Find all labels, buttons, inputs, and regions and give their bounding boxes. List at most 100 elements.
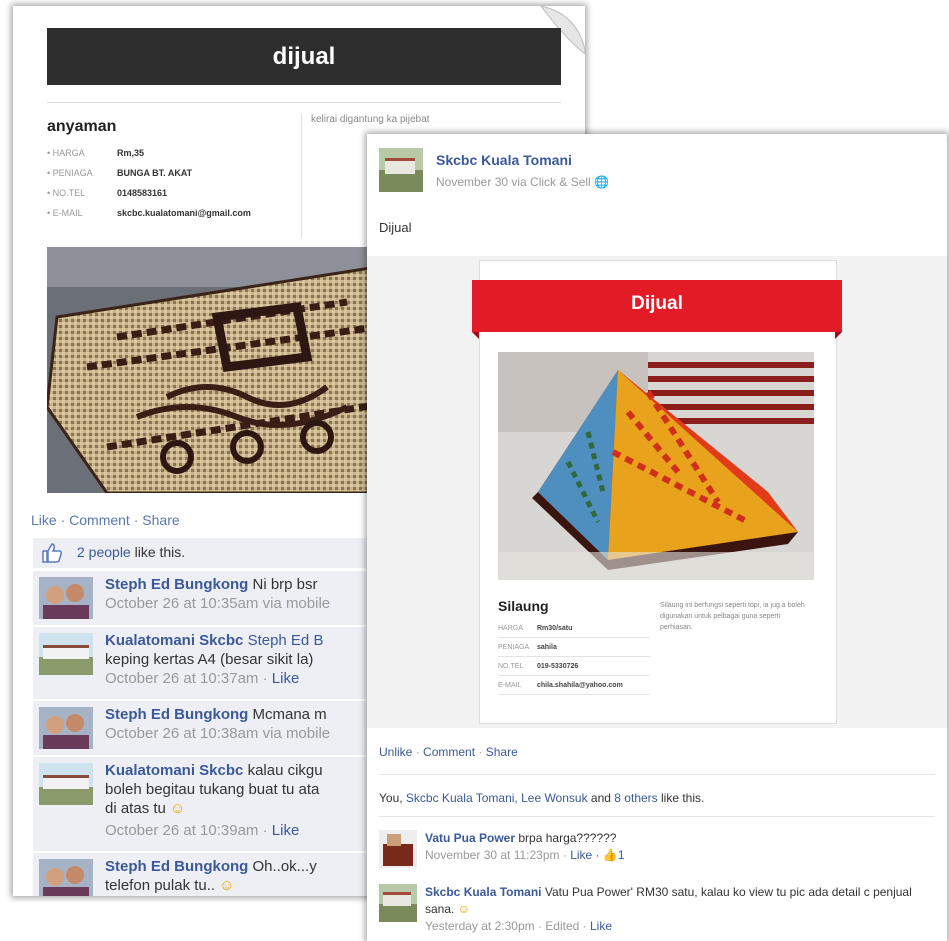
thumbs-up-icon: 👍 xyxy=(602,848,618,862)
product-title: Silaung xyxy=(498,598,549,614)
price-value: Rm30/satu xyxy=(537,625,573,632)
post-timestamp: November 30 via Click & Sell xyxy=(436,175,591,189)
commenter-name[interactable]: Steph Ed Bungkong xyxy=(105,706,248,723)
comment-text: telefon pulak tu.. xyxy=(105,877,216,894)
avatar[interactable] xyxy=(379,884,417,922)
comment-meta: October 26 at 10:35am via mobile xyxy=(105,595,331,612)
product-description: Silaung ini berfungsi seperti topi, ia j… xyxy=(660,602,805,631)
comment-text: keping kertas A4 (besar sikit la) xyxy=(105,651,314,668)
share-link[interactable]: Share xyxy=(486,745,518,759)
divider xyxy=(379,774,935,775)
field-label: • NO.TEL xyxy=(47,188,86,198)
comment-like-count[interactable]: · 👍1 xyxy=(596,848,625,862)
likers-link[interactable]: Skcbc Kuala Tomani, Lee Wonsuk xyxy=(406,791,588,805)
likes-summary: You, Skcbc Kuala Tomani, Lee Wonsuk and … xyxy=(379,791,704,805)
smiley-icon: ☺ xyxy=(457,902,470,916)
likes-text: like this. xyxy=(134,544,186,560)
comment-text: kalau cikgu xyxy=(247,762,323,779)
phone-value: 0148583161 xyxy=(117,188,168,198)
post-text: Dijual xyxy=(379,220,412,235)
commenter-name[interactable]: Vatu Pua Power xyxy=(425,831,515,845)
seller-value: BUNGA BT. AKAT xyxy=(117,168,193,178)
divider xyxy=(379,816,935,817)
email-value: skcbc.kualatomani@gmail.com xyxy=(117,208,251,218)
price-value: Rm,35 xyxy=(117,148,145,158)
product-description: kelirai digantung ka pijebat xyxy=(311,114,430,125)
comment-text: Oh..ok...y xyxy=(252,858,317,875)
commenter-name[interactable]: Kualatomani Skcbc xyxy=(105,632,243,649)
like-link[interactable]: Like xyxy=(31,512,57,528)
comment-meta: October 26 at 10:39am · xyxy=(105,822,272,839)
divider xyxy=(301,114,302,238)
avatar[interactable] xyxy=(379,830,417,868)
ribbon-fold xyxy=(472,332,479,339)
ribbon-fold xyxy=(835,332,842,339)
divider xyxy=(47,102,561,103)
field-label: E-MAIL xyxy=(498,682,522,689)
post-meta: November 30 via Click & Sell 🌐 xyxy=(436,175,609,189)
post-actions: Unlike · Comment · Share xyxy=(379,745,518,759)
listing-ribbon: Dijual xyxy=(472,280,842,332)
comment-like-link[interactable]: Like xyxy=(570,848,592,862)
divider xyxy=(498,675,650,676)
field-label: • E-MAIL xyxy=(47,208,83,218)
field-label: • HARGA xyxy=(47,148,85,158)
smiley-icon: ☺ xyxy=(219,877,235,894)
field-label: • PENIAGA xyxy=(47,168,93,178)
comment-text: di atas tu xyxy=(105,800,166,817)
likes-text: You, xyxy=(379,791,406,805)
share-link[interactable]: Share xyxy=(142,512,179,528)
separator: · xyxy=(412,745,424,759)
seller-value: sahila xyxy=(537,644,557,651)
comment-item: Vatu Pua Power brpa harga?????? November … xyxy=(379,830,939,872)
pyramid-hat-photo xyxy=(498,352,814,580)
post-actions: Like · Comment · Share xyxy=(31,512,180,528)
unlike-link[interactable]: Unlike xyxy=(379,745,412,759)
field-label: HARGA xyxy=(498,625,523,632)
separator: · xyxy=(56,512,70,528)
globe-icon: 🌐 xyxy=(594,175,610,189)
commenter-name[interactable]: Steph Ed Bungkong xyxy=(105,576,248,593)
comment-link[interactable]: Comment xyxy=(69,512,130,528)
page-avatar[interactable] xyxy=(379,148,423,192)
listing-banner: dijual xyxy=(47,28,561,85)
avatar xyxy=(39,633,93,675)
commenter-name[interactable]: Skcbc Kuala Tomani xyxy=(425,885,541,899)
divider xyxy=(498,656,650,657)
comment-text: boleh begitau tukang buat tu ata xyxy=(105,781,320,798)
comment-meta: October 26 at 10:38am via mobile xyxy=(105,725,331,742)
facebook-post-front: Skcbc Kuala Tomani November 30 via Click… xyxy=(367,134,947,941)
likers-link[interactable]: 2 people xyxy=(77,544,131,560)
thumbs-up-icon xyxy=(42,543,63,563)
field-label: NO.TEL xyxy=(498,663,524,670)
likes-text: and xyxy=(587,791,615,805)
comment-like-link[interactable]: Like xyxy=(272,822,300,839)
phone-value: 019-5330726 xyxy=(537,663,579,670)
comment-meta: Yesterday at 2:30pm · Edited · xyxy=(425,919,590,933)
commenter-name[interactable]: Steph Ed Bungkong xyxy=(105,858,248,875)
smiley-icon: ☺ xyxy=(170,800,186,817)
comment-text: Steph Ed B xyxy=(247,632,324,649)
comment-meta: November 30 at 11:23pm · xyxy=(425,848,571,862)
avatar xyxy=(39,859,93,896)
comment-text: Mcmana m xyxy=(252,706,327,723)
comment-like-link[interactable]: Like xyxy=(272,670,300,687)
comment-text: Ni brp bsr xyxy=(252,576,318,593)
divider xyxy=(498,637,650,638)
comment-link[interactable]: Comment xyxy=(423,745,475,759)
avatar xyxy=(39,577,93,619)
likes-text: like this. xyxy=(657,791,705,805)
comment-item: Skcbc Kuala Tomani Vatu Pua Power' RM30 … xyxy=(379,884,939,941)
separator: · xyxy=(475,745,486,759)
divider xyxy=(498,694,650,695)
email-value: chila.shahila@yahoo.com xyxy=(537,682,623,689)
comment-text: brpa harga?????? xyxy=(518,831,617,845)
product-title: anyaman xyxy=(47,118,117,135)
commenter-name[interactable]: Kualatomani Skcbc xyxy=(105,762,243,779)
avatar xyxy=(39,707,93,749)
comment-like-link[interactable]: Like xyxy=(590,919,612,933)
others-link[interactable]: 8 others xyxy=(614,791,657,805)
comment-meta: October 26 at 10:37am · xyxy=(105,670,272,687)
page-name[interactable]: Skcbc Kuala Tomani xyxy=(436,152,572,168)
field-label: PENIAGA xyxy=(498,644,530,651)
